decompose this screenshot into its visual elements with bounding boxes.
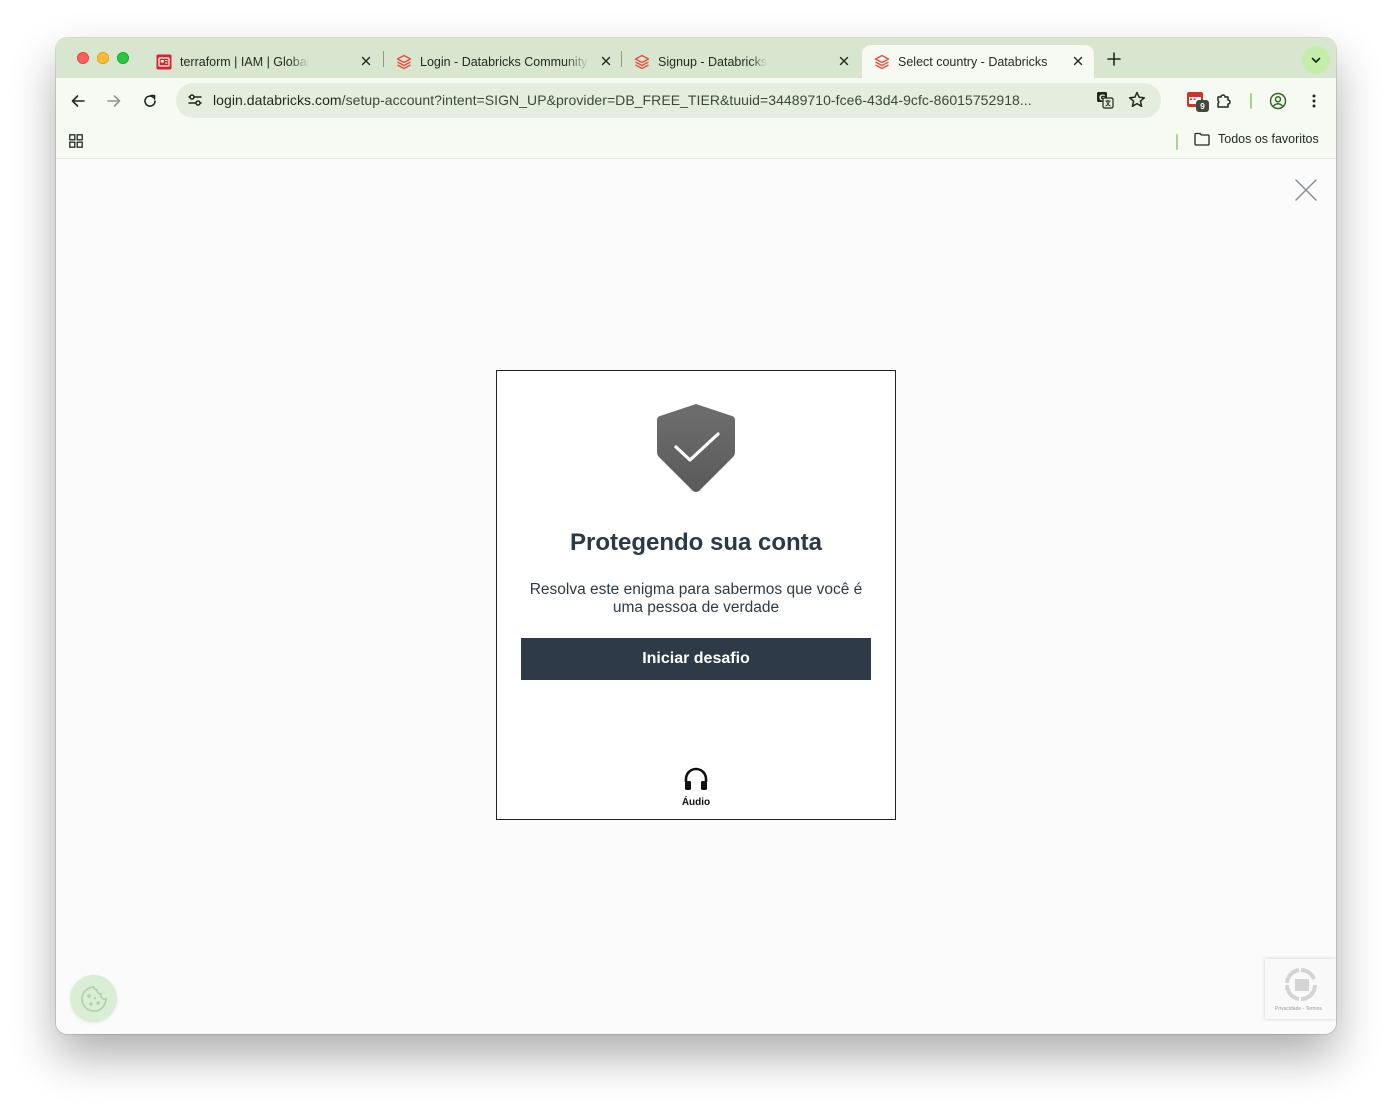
- forward-button[interactable]: [104, 91, 124, 111]
- bookmarks-folder-label: Todos os favoritos: [1218, 132, 1319, 146]
- new-tab-button[interactable]: [1105, 50, 1123, 68]
- back-button[interactable]: [68, 91, 88, 111]
- cookie-icon: [80, 985, 107, 1012]
- extension-calendar-button[interactable]: 9: [1186, 90, 1209, 112]
- tab-terraform-iam[interactable]: terraform | IAM | Global: [144, 45, 382, 78]
- url-host: login.databricks.com: [213, 92, 342, 108]
- profile-button[interactable]: [1268, 91, 1288, 111]
- tab-login-databricks[interactable]: Login - Databricks Community Edition: [384, 45, 622, 78]
- audio-challenge-button[interactable]: Áudio: [666, 767, 726, 808]
- tab-strip: terraform | IAM | Global Login - Databri…: [56, 38, 1336, 78]
- url-path: /setup-account?intent=SIGN_UP&provider=D…: [341, 92, 1032, 108]
- close-challenge-button[interactable]: [1294, 178, 1318, 202]
- folder-icon: [1194, 132, 1210, 146]
- reload-button[interactable]: [140, 91, 160, 111]
- recaptcha-logo-icon: [1284, 968, 1317, 1001]
- all-bookmarks-folder[interactable]: Todos os favoritos: [1194, 132, 1319, 146]
- tab-title: Login - Databricks Community Edition: [420, 54, 590, 69]
- captcha-challenge-dialog: Protegendo sua conta Resolva este enigma…: [496, 370, 896, 820]
- headphones-icon: [684, 767, 708, 790]
- cookie-settings-button[interactable]: [70, 975, 117, 1022]
- toolbar-separator: [1250, 93, 1252, 109]
- tab-select-country[interactable]: Select country - Databricks: [862, 45, 1094, 78]
- bookmark-star-icon[interactable]: [1127, 90, 1147, 115]
- aws-console-icon: [156, 54, 172, 70]
- address-bar[interactable]: login.databricks.com/setup-account?inten…: [176, 83, 1161, 118]
- arrow-left-icon: [71, 95, 85, 107]
- extensions-button[interactable]: [1214, 91, 1234, 111]
- browser-window: terraform | IAM | Global Login - Databri…: [56, 38, 1336, 1034]
- audio-label: Áudio: [681, 797, 711, 808]
- tab-search-button[interactable]: [1302, 46, 1330, 74]
- site-info-icon[interactable]: [186, 91, 204, 114]
- bookmarks-bar: Todos os favoritos: [56, 124, 1336, 159]
- close-icon: [1295, 179, 1317, 201]
- apps-grid-icon[interactable]: [69, 134, 83, 153]
- tab-signup-databricks[interactable]: Signup - Databricks: [622, 45, 860, 78]
- plus-icon: [1107, 52, 1121, 66]
- close-tab-icon[interactable]: [836, 53, 852, 69]
- recaptcha-footer[interactable]: Privacidade - Termos: [1275, 1006, 1322, 1012]
- browser-toolbar: login.databricks.com/setup-account?inten…: [56, 78, 1336, 124]
- bookmarks-separator: [1176, 134, 1178, 150]
- arrow-right-icon: [107, 95, 121, 107]
- browser-menu-button[interactable]: [1304, 91, 1324, 111]
- shield-check-icon: [656, 403, 736, 498]
- chevron-down-icon: [1311, 57, 1321, 63]
- window-controls: [77, 52, 129, 64]
- url-text[interactable]: login.databricks.com/setup-account?inten…: [213, 92, 1085, 108]
- page-content: Protegendo sua conta Resolva este enigma…: [56, 159, 1336, 1034]
- tab-title: Signup - Databricks: [658, 54, 768, 69]
- minimize-window-button[interactable]: [97, 52, 109, 64]
- fullscreen-window-button[interactable]: [117, 52, 129, 64]
- challenge-title: Protegendo sua conta: [569, 529, 823, 556]
- tab-title: terraform | IAM | Global: [180, 54, 310, 69]
- databricks-icon: [634, 54, 650, 70]
- reload-icon: [144, 94, 156, 107]
- translate-icon[interactable]: G: [1095, 90, 1115, 115]
- databricks-icon: [874, 54, 890, 70]
- close-tab-icon[interactable]: [598, 53, 614, 69]
- recaptcha-badge[interactable]: Privacidade - Termos: [1265, 959, 1336, 1019]
- close-tab-icon[interactable]: [358, 53, 374, 69]
- start-challenge-button[interactable]: Iniciar desafio: [521, 638, 871, 680]
- challenge-description: Resolva este enigma para sabermos que vo…: [529, 581, 863, 616]
- close-tab-icon[interactable]: [1070, 53, 1086, 69]
- puzzle-icon: [1217, 94, 1231, 108]
- kebab-menu-icon: [1312, 94, 1316, 108]
- extension-badge-count: 9: [1196, 100, 1209, 112]
- profile-icon: [1269, 92, 1287, 110]
- databricks-icon: [396, 54, 412, 70]
- close-window-button[interactable]: [77, 52, 89, 64]
- tab-title: Select country - Databricks: [898, 54, 1048, 69]
